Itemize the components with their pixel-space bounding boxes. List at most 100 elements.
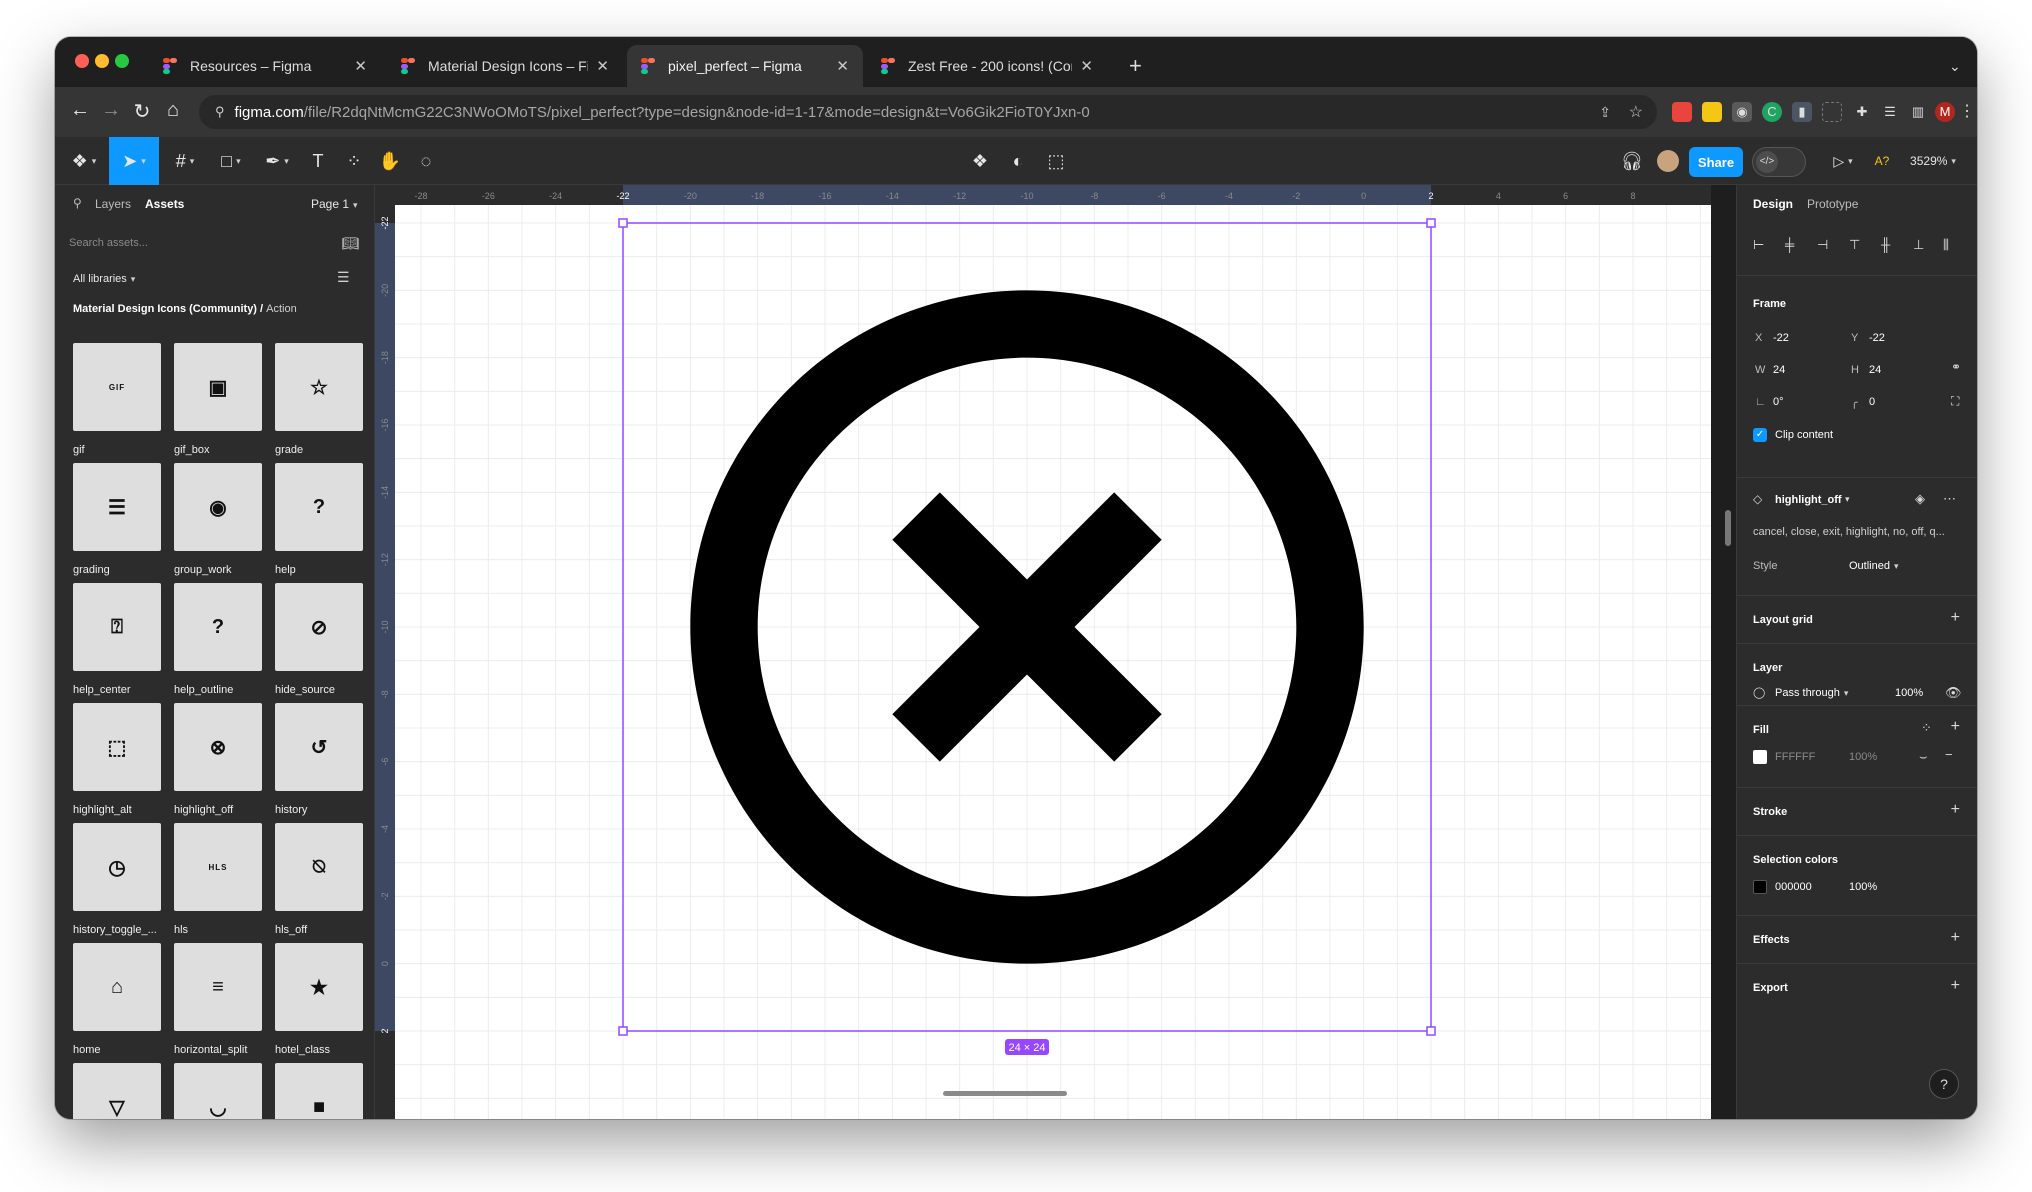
user-avatar[interactable] [1653, 137, 1683, 185]
tab-prototype[interactable]: Prototype [1807, 197, 1858, 211]
extension-icon[interactable]: ▮ [1792, 102, 1812, 122]
list-view-icon[interactable]: ☰ [337, 269, 350, 286]
hidden-eye-icon[interactable]: ⌣ [1919, 749, 1928, 765]
canvas-scrollbar[interactable] [1725, 510, 1731, 546]
export-label[interactable]: Export [1753, 982, 1788, 994]
close-tab-icon[interactable]: ✕ [1080, 57, 1093, 75]
add-stroke-icon[interactable]: + [1951, 801, 1960, 819]
extension-icon[interactable] [1672, 102, 1692, 122]
move-tool-cursor-icon[interactable]: ➤ ▾ [109, 137, 159, 185]
more-options-icon[interactable]: ⋯ [1943, 491, 1956, 507]
zoom-window-button[interactable] [115, 54, 129, 68]
asset-tile[interactable]: ☰ grading [73, 463, 165, 576]
align-bottom-icon[interactable]: ⊥ [1913, 237, 1924, 253]
align-left-icon[interactable]: ⊢ [1753, 237, 1764, 253]
align-center-icon[interactable]: ╪ [1785, 237, 1794, 252]
asset-tile[interactable]: ≡ horizontal_split [174, 943, 266, 1056]
frame-tool-icon[interactable]: # ▾ [163, 137, 207, 185]
main-menu-figma-icon[interactable]: ❖ ▾ [63, 137, 105, 185]
distribute-icon[interactable]: ⫼ [1943, 237, 1949, 253]
style-dropdown[interactable]: Outlined ▾ [1849, 560, 1899, 572]
more-menu-icon[interactable]: ⋮ [1957, 102, 1977, 122]
asset-tile[interactable]: ▣ gif_box [174, 343, 266, 456]
library-book-icon[interactable]: 📖︎ [341, 235, 359, 252]
align-middle-icon[interactable]: ╫ [1881, 237, 1890, 252]
tab-design[interactable]: Design [1753, 197, 1793, 211]
asset-tile[interactable]: ◡ [174, 1063, 266, 1119]
asset-tile[interactable]: GIF gif [73, 343, 165, 456]
tab-layers[interactable]: Layers [95, 197, 131, 211]
effects-label[interactable]: Effects [1753, 934, 1790, 946]
forward-arrow-icon[interactable]: → [98, 99, 124, 122]
share-page-icon[interactable]: ⇪ [1599, 104, 1611, 121]
search-icon[interactable]: ⚲ [73, 196, 82, 210]
close-tab-icon[interactable]: ✕ [596, 57, 609, 75]
libraries-dropdown[interactable]: All libraries ▾ [73, 273, 135, 285]
profile-avatar[interactable]: M [1935, 102, 1955, 122]
asset-tile[interactable]: ■ [275, 1063, 367, 1119]
asset-tile[interactable]: ◉ group_work [174, 463, 266, 576]
asset-tile[interactable]: ? help [275, 463, 367, 576]
extension-icon[interactable] [1702, 102, 1722, 122]
constrain-proportions-icon[interactable]: ⚭ [1951, 360, 1961, 374]
y-input[interactable]: -22 [1869, 332, 1885, 344]
crop-icon[interactable]: ⬚ [1039, 137, 1073, 185]
asset-tile[interactable]: ↺ history [275, 703, 367, 816]
puzzle-icon[interactable]: ✚ [1852, 102, 1872, 122]
minimize-window-button[interactable] [95, 54, 109, 68]
asset-tile[interactable]: ☆ grade [275, 343, 367, 456]
asset-tile[interactable]: ★ hotel_class [275, 943, 367, 1056]
asset-tile[interactable]: ⌂ home [73, 943, 165, 1056]
zoom-dropdown[interactable]: 3529% ▾ [1903, 137, 1963, 185]
present-play-icon[interactable]: ▷ ▾ [1823, 137, 1863, 185]
screenshot-extension-icon[interactable] [1822, 102, 1842, 122]
mask-icon[interactable]: ◐ [1001, 137, 1035, 185]
chevron-down-icon[interactable]: ▾ [1845, 494, 1850, 505]
page-selector[interactable]: Page 1 ▾ [311, 197, 358, 211]
layer-opacity-input[interactable]: 100% [1895, 687, 1923, 699]
remove-fill-icon[interactable]: − [1945, 747, 1953, 762]
selection-color-swatch[interactable] [1753, 880, 1767, 894]
home-icon[interactable]: ⌂ [160, 99, 186, 122]
align-right-icon[interactable]: ⊣ [1817, 237, 1828, 253]
close-tab-icon[interactable]: ✕ [354, 57, 367, 75]
w-input[interactable]: 24 [1773, 364, 1785, 376]
add-layout-grid-icon[interactable]: + [1951, 609, 1960, 627]
x-input[interactable]: -22 [1773, 332, 1789, 344]
tab-zest-free[interactable]: Zest Free - 200 icons! (Comm ✕ [867, 45, 1107, 87]
site-info-icon[interactable]: ⚲ [215, 104, 225, 120]
shape-tool-icon[interactable]: □ ▾ [209, 137, 253, 185]
asset-tile[interactable]: HLS hls [174, 823, 266, 936]
side-panel-icon[interactable]: ▥ [1908, 102, 1928, 122]
add-effect-icon[interactable]: + [1951, 929, 1960, 947]
text-tool-icon[interactable]: T [301, 137, 335, 185]
reading-list-icon[interactable]: ☰ [1880, 102, 1900, 122]
reload-icon[interactable]: ↻ [129, 99, 155, 124]
selection-color-opacity[interactable]: 100% [1849, 881, 1877, 893]
visibility-eye-icon[interactable]: 👁︎ [1945, 685, 1962, 701]
pen-tool-icon[interactable]: ✒ ▾ [255, 137, 299, 185]
asset-tile[interactable]: ▽ [73, 1063, 165, 1119]
clip-content-checkbox[interactable]: ✓ [1753, 428, 1767, 442]
headphones-icon[interactable]: 🎧︎ [1615, 137, 1649, 185]
new-tab-button[interactable]: + [1115, 45, 1156, 87]
asset-tile[interactable]: ⍰ help_center [73, 583, 165, 696]
style-grid-icon[interactable]: ⁘ [1921, 720, 1932, 736]
address-bar[interactable]: ⚲ figma.com/file/R2dqNtMcmG22C3NWoOMoTS/… [199, 95, 1657, 129]
tab-pixel-perfect[interactable]: pixel_perfect – Figma ✕ [627, 45, 863, 87]
bookmark-star-icon[interactable]: ☆ [1629, 102, 1643, 122]
asset-tile[interactable]: ⊗ highlight_off [174, 703, 266, 816]
component-icon[interactable]: ❖ [963, 137, 997, 185]
extension-icon[interactable]: C [1762, 102, 1782, 122]
align-top-icon[interactable]: ⊤ [1849, 237, 1860, 253]
independent-corners-icon[interactable]: ⛶ [1951, 394, 1959, 409]
radius-input[interactable]: 0 [1869, 396, 1875, 408]
go-to-main-component-icon[interactable]: ◈ [1915, 491, 1925, 507]
assets-search-input[interactable]: Search assets... 📖︎ [69, 225, 359, 261]
selection-color-hex[interactable]: 000000 [1775, 881, 1812, 893]
asset-tile[interactable]: ⬚ highlight_alt [73, 703, 165, 816]
stroke-label[interactable]: Stroke [1753, 806, 1787, 818]
fill-opacity-input[interactable]: 100% [1849, 751, 1877, 763]
back-arrow-icon[interactable]: ← [67, 99, 93, 122]
add-export-icon[interactable]: + [1951, 977, 1960, 995]
